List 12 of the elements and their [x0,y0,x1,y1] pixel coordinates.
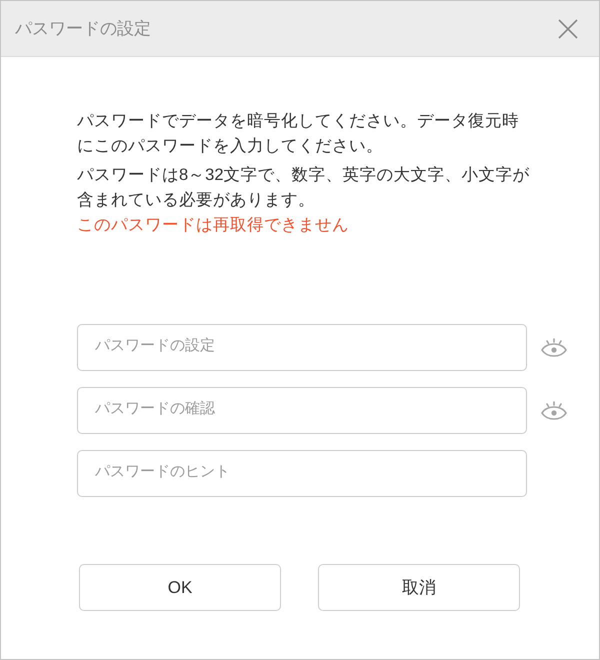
eye-icon[interactable] [540,400,568,422]
instruction-text: パスワードは8～32文字で、数字、英字の大文字、小文字が含まれている必要があります。 [77,165,531,211]
dialog-button[interactable]: OK [79,564,281,611]
password-field[interactable]: パスワードの設定 [77,324,527,371]
dialog-button[interactable]: 取消 [318,564,520,611]
instruction-text: パスワードでデータを暗号化してください。データ復元時にこのパスワードを入力してください。 [77,111,520,157]
warning-text: このパスワードは再取得できません [77,215,350,236]
password-field[interactable]: パスワードのヒント [77,450,527,497]
eye-icon[interactable] [540,336,568,358]
window-title: パスワードの設定 [15,18,151,40]
close-icon[interactable] [558,18,578,38]
password-field[interactable]: パスワードの確認 [77,387,527,434]
